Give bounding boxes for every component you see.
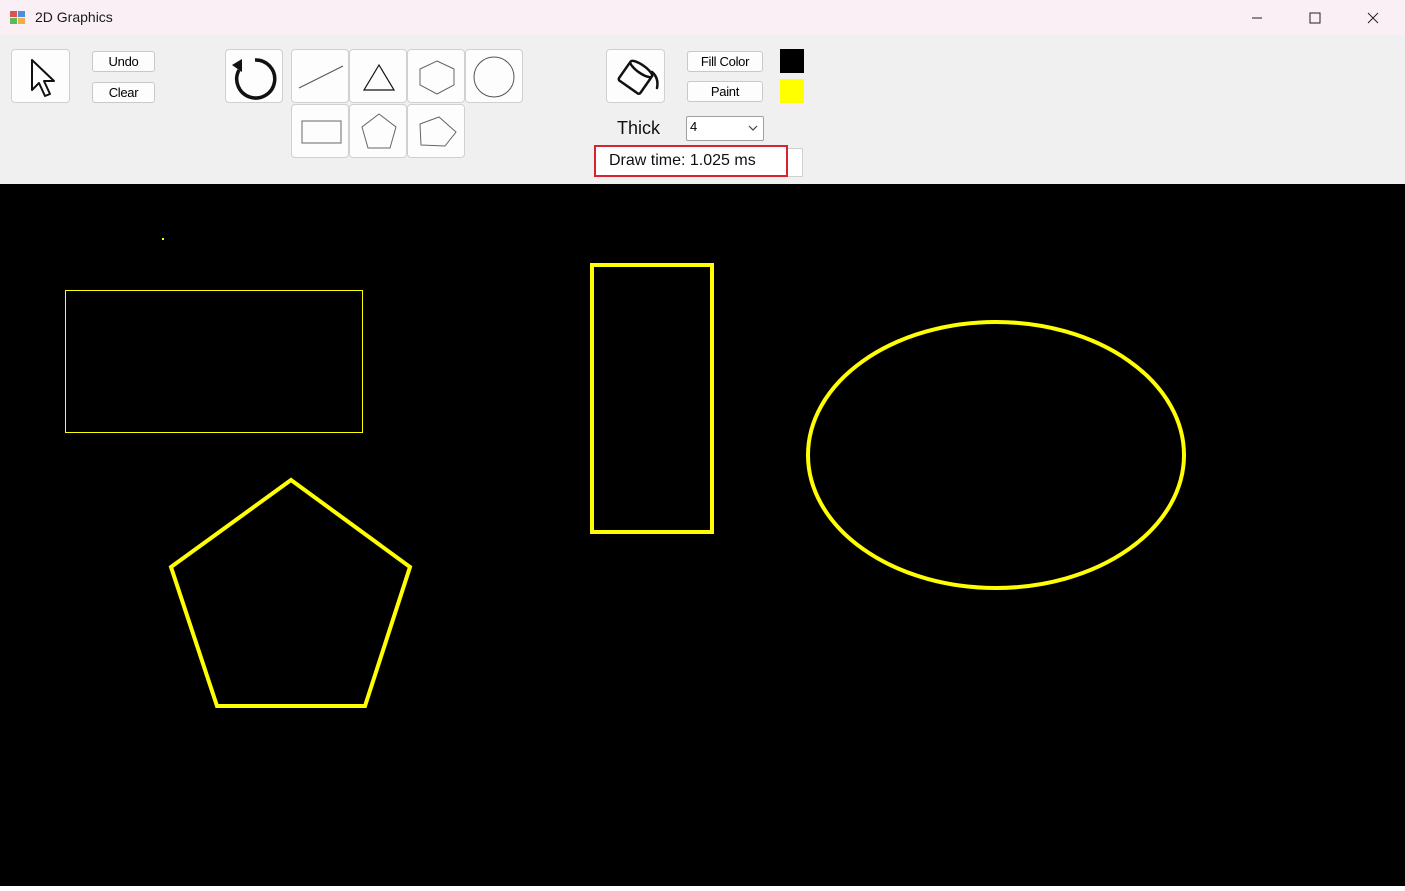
ellipse-shape <box>806 320 1186 590</box>
rotate-icon <box>232 58 277 100</box>
thin-rectangle-shape <box>65 290 363 433</box>
fill-color-swatch[interactable] <box>780 49 804 73</box>
paint-button[interactable]: Paint <box>687 81 763 102</box>
clear-button[interactable]: Clear <box>92 82 155 103</box>
minimize-button[interactable] <box>1228 0 1286 35</box>
hexagon-icon <box>419 60 455 95</box>
select-arrow-icon <box>31 59 55 97</box>
drawing-canvas[interactable] <box>0 184 1405 886</box>
irregular-pentagon-icon <box>419 116 457 147</box>
canvas-point <box>162 238 164 240</box>
toolbar: Undo Clear Fill Color Paint Thick 4 Draw… <box>0 35 1405 184</box>
tall-rectangle-shape <box>590 263 714 534</box>
thickness-select[interactable]: 4 <box>686 116 764 141</box>
triangle-tool-button[interactable] <box>349 49 407 103</box>
triangle-icon <box>362 63 396 91</box>
undo-button[interactable]: Undo <box>92 51 155 72</box>
select-tool-button[interactable] <box>11 49 70 103</box>
circle-icon <box>473 56 515 98</box>
fill-color-button[interactable]: Fill Color <box>687 51 763 72</box>
close-icon <box>1367 12 1379 23</box>
window-title: 2D Graphics <box>35 9 113 25</box>
thick-label: Thick <box>617 118 661 138</box>
circle-tool-button[interactable] <box>465 49 523 103</box>
canvas-drawing <box>65 238 1186 708</box>
minimize-icon <box>1252 17 1262 18</box>
thickness-value: 4 <box>690 119 698 134</box>
line-tool-button[interactable] <box>291 49 349 103</box>
pentagon-icon <box>361 113 397 149</box>
paint-bucket-button[interactable] <box>606 49 665 103</box>
irregular-pentagon-tool-button[interactable] <box>407 104 465 158</box>
title-bar: 2D Graphics <box>0 0 1405 35</box>
rectangle-tool-button[interactable] <box>291 104 349 158</box>
line-icon <box>298 65 344 89</box>
pentagon-shape <box>168 477 413 708</box>
maximize-icon <box>1309 12 1321 23</box>
hexagon-tool-button[interactable] <box>407 49 465 103</box>
draw-time-label: Draw time: 1.025 ms <box>594 145 788 177</box>
paint-bucket-icon <box>617 59 659 95</box>
draw-time-box-edge <box>787 148 803 177</box>
app-icon <box>10 11 25 24</box>
maximize-button[interactable] <box>1286 0 1344 35</box>
pentagon-tool-button[interactable] <box>349 104 407 158</box>
rotate-tool-button[interactable] <box>225 49 283 103</box>
rectangle-icon <box>301 120 342 144</box>
close-button[interactable] <box>1344 0 1402 35</box>
paint-color-swatch[interactable] <box>780 79 804 103</box>
chevron-down-icon <box>748 125 758 131</box>
